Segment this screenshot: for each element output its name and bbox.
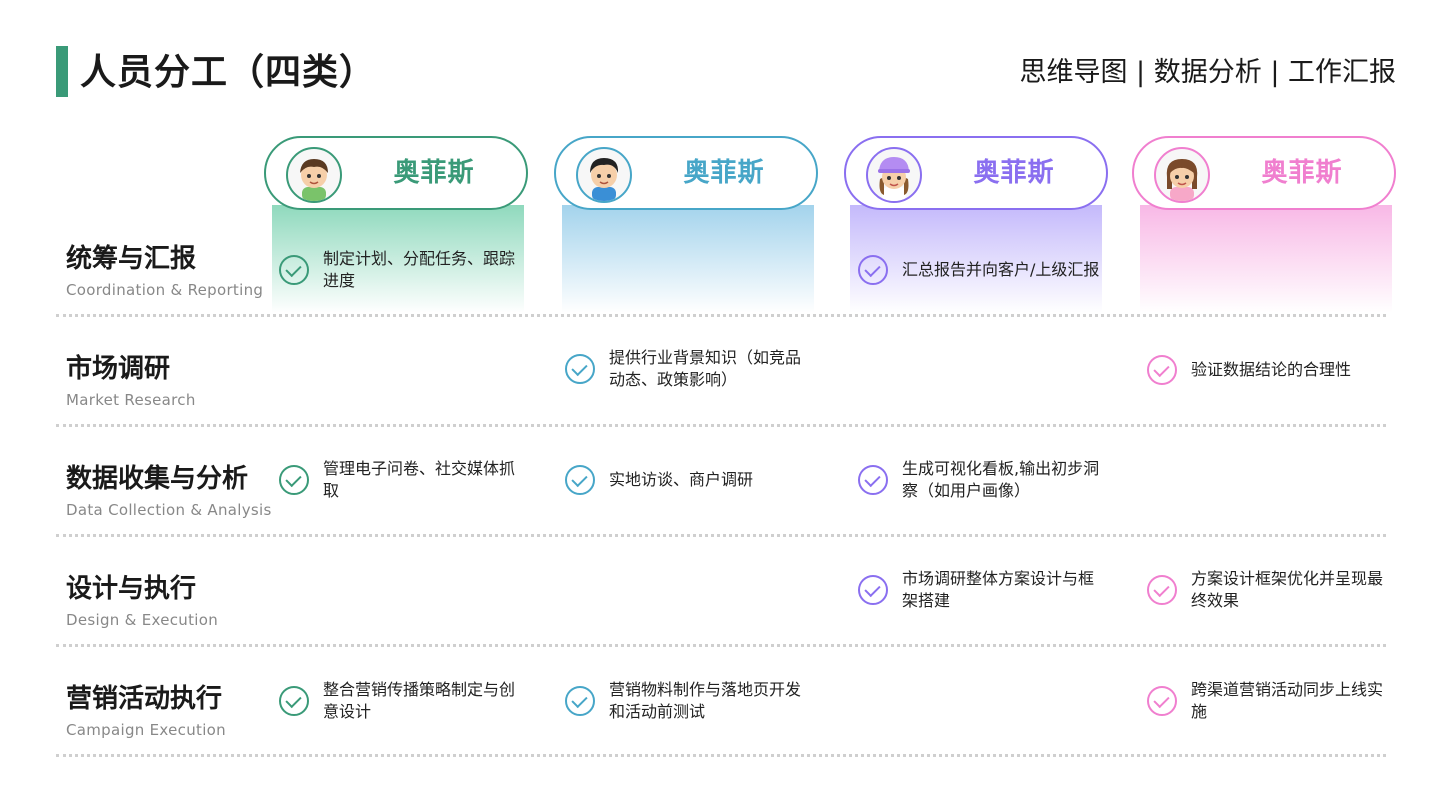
check-circle-icon bbox=[279, 465, 309, 495]
check-circle-icon bbox=[1147, 686, 1177, 716]
task-text: 提供行业背景知识（如竞品动态、政策影响） bbox=[609, 348, 802, 389]
task-text: 营销物料制作与落地页开发和活动前测试 bbox=[609, 680, 802, 721]
row-title-market-research: 市场调研 bbox=[66, 354, 171, 384]
column-bg-4 bbox=[1140, 205, 1392, 313]
check-circle-icon bbox=[565, 465, 595, 495]
check-circle-icon bbox=[565, 686, 595, 716]
member-name: 奥菲斯 bbox=[1261, 158, 1343, 188]
member-card-1: 奥菲斯 bbox=[264, 136, 528, 210]
boy-avatar-icon bbox=[286, 147, 342, 203]
task-text: 市场调研整体方案设计与框架搭建 bbox=[902, 569, 1095, 610]
task-item: 市场调研整体方案设计与框架搭建 bbox=[858, 560, 1108, 620]
task-text: 实地访谈、商户调研 bbox=[609, 470, 754, 489]
task-item: 实地访谈、商户调研 bbox=[565, 450, 815, 510]
task-text: 生成可视化看板,输出初步洞察（如用户画像） bbox=[902, 459, 1100, 500]
check-circle-icon bbox=[858, 575, 888, 605]
task-item: 整合营销传播策略制定与创意设计 bbox=[279, 671, 529, 731]
check-circle-icon bbox=[565, 354, 595, 384]
task-item: 汇总报告并向客户/上级汇报 bbox=[858, 240, 1108, 300]
task-item: 生成可视化看板,输出初步洞察（如用户画像） bbox=[858, 450, 1108, 510]
check-circle-icon bbox=[279, 686, 309, 716]
task-text: 管理电子问卷、社交媒体抓取 bbox=[323, 459, 516, 500]
task-item: 制定计划、分配任务、跟踪进度 bbox=[279, 240, 529, 300]
check-circle-icon bbox=[1147, 575, 1177, 605]
title-accent-bar bbox=[56, 46, 68, 97]
row-subtitle-data-analysis: Data Collection & Analysis bbox=[66, 501, 272, 519]
row-subtitle-design-execution: Design & Execution bbox=[66, 611, 219, 629]
row-divider bbox=[56, 424, 1386, 427]
check-circle-icon bbox=[1147, 355, 1177, 385]
task-item: 管理电子问卷、社交媒体抓取 bbox=[279, 450, 529, 510]
task-item: 跨渠道营销活动同步上线实施 bbox=[1147, 671, 1397, 731]
page-title: 人员分工（四类） bbox=[80, 52, 377, 93]
row-title-design-execution: 设计与执行 bbox=[66, 574, 197, 604]
task-text: 验证数据结论的合理性 bbox=[1191, 360, 1352, 379]
row-title-coordination: 统筹与汇报 bbox=[66, 244, 197, 274]
member-card-4: 奥菲斯 bbox=[1132, 136, 1396, 210]
boy-avatar-icon bbox=[576, 147, 632, 203]
task-item: 验证数据结论的合理性 bbox=[1147, 340, 1397, 400]
girl-cap-avatar-icon bbox=[866, 147, 922, 203]
girl-avatar-icon bbox=[1154, 147, 1210, 203]
task-text: 方案设计框架优化并呈现最终效果 bbox=[1191, 569, 1384, 610]
row-subtitle-coordination: Coordination & Reporting bbox=[66, 281, 264, 299]
check-circle-icon bbox=[858, 255, 888, 285]
row-title-data-analysis: 数据收集与分析 bbox=[66, 464, 249, 494]
task-text: 汇总报告并向客户/上级汇报 bbox=[902, 260, 1100, 279]
task-item: 提供行业背景知识（如竞品动态、政策影响） bbox=[565, 339, 815, 399]
task-text: 制定计划、分配任务、跟踪进度 bbox=[323, 249, 516, 290]
check-circle-icon bbox=[858, 465, 888, 495]
row-divider bbox=[56, 754, 1386, 757]
column-bg-2 bbox=[562, 205, 814, 313]
row-divider bbox=[56, 534, 1386, 537]
task-item: 营销物料制作与落地页开发和活动前测试 bbox=[565, 671, 815, 731]
member-name: 奥菲斯 bbox=[683, 158, 765, 188]
member-name: 奥菲斯 bbox=[973, 158, 1055, 188]
member-card-2: 奥菲斯 bbox=[554, 136, 818, 210]
row-divider bbox=[56, 644, 1386, 647]
row-divider bbox=[56, 314, 1386, 317]
task-item: 方案设计框架优化并呈现最终效果 bbox=[1147, 560, 1397, 620]
header-tagline: 思维导图 | 数据分析 | 工作汇报 bbox=[1019, 57, 1396, 88]
check-circle-icon bbox=[279, 255, 309, 285]
task-text: 整合营销传播策略制定与创意设计 bbox=[323, 680, 516, 721]
row-subtitle-market-research: Market Research bbox=[66, 391, 196, 409]
member-card-3: 奥菲斯 bbox=[844, 136, 1108, 210]
row-title-campaign-execution: 营销活动执行 bbox=[66, 684, 223, 714]
task-text: 跨渠道营销活动同步上线实施 bbox=[1191, 680, 1384, 721]
row-subtitle-campaign-execution: Campaign Execution bbox=[66, 721, 226, 739]
member-name: 奥菲斯 bbox=[393, 158, 475, 188]
